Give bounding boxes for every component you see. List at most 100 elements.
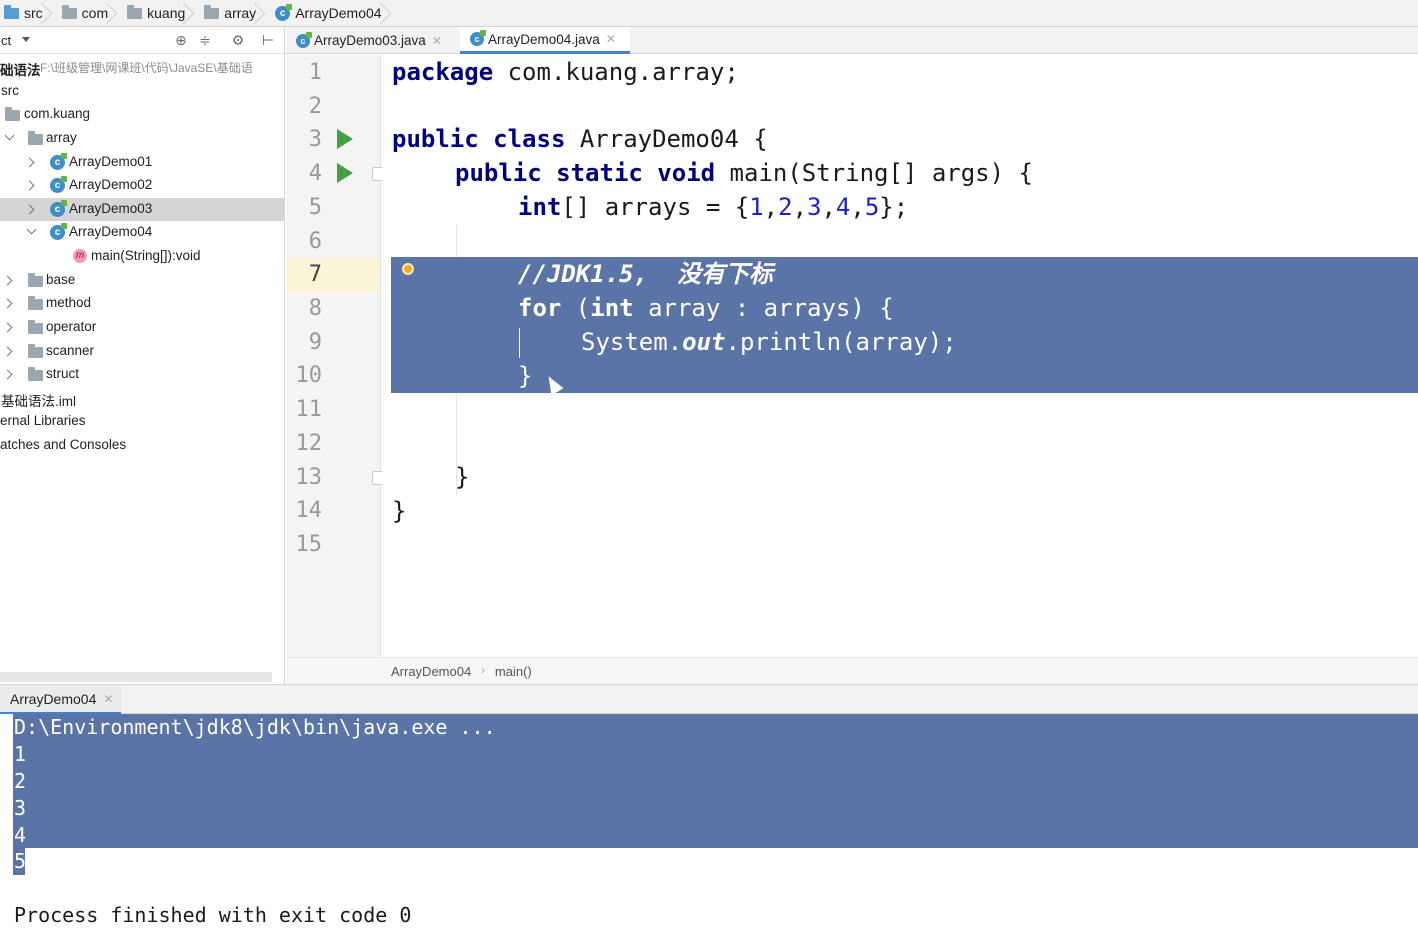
line-number: 15 [295, 532, 323, 557]
chevron-right-icon[interactable] [24, 180, 35, 191]
tree-item-project-root[interactable]: 础语法 F:\班级管理\网课班\代码\JavaSE\基础语 [0, 56, 284, 79]
tree-item-src[interactable]: src [0, 80, 284, 103]
tree-item-label: 础语法 [0, 63, 41, 78]
class-icon: c [50, 223, 67, 240]
code-line-8: for (int array : arrays) { [518, 291, 894, 325]
breadcrumb-label: com [81, 5, 109, 21]
line-number: 3 [308, 127, 322, 152]
run-tab[interactable]: ArrayDemo04 ✕ [0, 685, 122, 714]
folder-icon [4, 4, 19, 19]
editor-gutter[interactable]: 1 2 3 4 5 6 7 8 9 10 11 12 13 14 15 [286, 55, 388, 657]
tree-item-method[interactable]: method [0, 292, 284, 315]
code-text: array : arrays) { [633, 294, 894, 322]
breadcrumb-label: kuang [147, 5, 186, 21]
project-view-selector[interactable]: ct [1, 33, 11, 48]
breadcrumb-label: src [24, 5, 43, 21]
chevron-down-icon[interactable] [26, 224, 37, 235]
close-icon[interactable]: ✕ [103, 692, 113, 706]
code-line-7: //JDK1.5, 没有下标 [518, 260, 773, 288]
tree-item-external-libraries[interactable]: ernal Libraries [0, 410, 284, 433]
tree-item-operator[interactable]: operator [0, 316, 284, 339]
tree-item-arraydemo02[interactable]: c ArrayDemo02 [0, 174, 284, 197]
chevron-right-icon[interactable] [2, 346, 13, 357]
chevron-right-icon[interactable] [24, 157, 35, 168]
code-line-3: public class ArrayDemo04 { [392, 122, 768, 156]
tree-item-label: main(String[]):void [91, 248, 201, 263]
console-line: 4 [14, 823, 27, 847]
chevron-right-icon[interactable] [2, 298, 13, 309]
tree-item-label: method [46, 295, 92, 310]
tree-item-label: 基础语法.iml [1, 394, 76, 409]
code-text: }; [879, 193, 909, 221]
tree-item-scratches[interactable]: atches and Consoles [0, 434, 284, 457]
horizontal-scrollbar[interactable] [0, 672, 272, 682]
class-icon: c [275, 3, 293, 21]
line-number: 4 [308, 161, 322, 186]
line-number: 8 [308, 296, 322, 321]
indent-guide [519, 328, 520, 358]
close-icon[interactable]: ✕ [432, 34, 442, 48]
tree-item-iml-file[interactable]: 基础语法.iml [0, 387, 284, 410]
tree-item-scanner[interactable]: scanner [0, 340, 284, 363]
tree-item-label: scanner [46, 343, 95, 358]
project-toolbar: ct ⊕ ≑ ⚙ ⊢ [0, 27, 284, 54]
close-icon[interactable]: ✕ [606, 32, 616, 46]
tree-item-array[interactable]: array [0, 127, 284, 150]
tree-item-base[interactable]: base [0, 269, 284, 292]
breadcrumb-kuang[interactable]: kuang [115, 0, 192, 27]
breadcrumb-src[interactable]: src [0, 0, 50, 27]
class-icon: c [50, 200, 67, 217]
code-editor[interactable]: package com.kuang.array; public class Ar… [382, 55, 1418, 657]
code-text: main(String[] args) { [715, 159, 1033, 187]
chevron-right-icon[interactable] [2, 369, 13, 380]
code-line-10: } [518, 362, 533, 390]
tree-item-com-kuang[interactable]: com.kuang [0, 103, 284, 126]
folder-icon [28, 296, 43, 310]
editor-breadcrumb: ArrayDemo04 › main() [286, 657, 1418, 684]
chevron-down-icon[interactable] [4, 130, 15, 141]
tab-label: ArrayDemo04.java [488, 31, 600, 47]
breadcrumb-com[interactable]: com [50, 0, 115, 27]
breadcrumb-label: array [224, 5, 257, 21]
keyword: int [590, 294, 634, 322]
folder-icon [28, 320, 43, 334]
line-number: 11 [295, 397, 323, 422]
folder-icon [127, 4, 143, 19]
breadcrumb-method[interactable]: main() [495, 664, 532, 679]
class-icon: c [470, 30, 486, 46]
run-console[interactable]: D:\Environment\jdk8\jdk\bin\java.exe ...… [0, 714, 1418, 933]
chevron-down-icon[interactable] [22, 37, 30, 42]
lightbulb-icon[interactable] [402, 263, 414, 275]
run-class-icon[interactable] [337, 129, 353, 149]
run-tab-label: ArrayDemo04 [10, 690, 97, 707]
tree-item-main-method[interactable]: m main(String[]):void [0, 245, 284, 268]
collapse-all-icon[interactable]: ≑ [197, 32, 213, 48]
class-icon: c [50, 176, 67, 193]
tree-item-struct[interactable]: struct [0, 363, 284, 386]
chevron-right-icon[interactable] [24, 204, 35, 215]
tree-item-arraydemo01[interactable]: c ArrayDemo01 [0, 151, 284, 174]
breadcrumb-array[interactable]: array [192, 0, 263, 27]
editor-tab-bar: c ArrayDemo03.java ✕ c ArrayDemo04.java … [286, 27, 1418, 54]
tree-item-label: com.kuang [24, 106, 91, 121]
tree-item-arraydemo04[interactable]: c ArrayDemo04 [0, 221, 284, 244]
breadcrumb-class[interactable]: ArrayDemo04 [391, 664, 471, 679]
tab-label: ArrayDemo03.java [314, 33, 426, 48]
chevron-right-icon[interactable] [2, 275, 13, 286]
tree-item-label: src [1, 83, 19, 98]
keyword: package [392, 58, 494, 86]
hide-panel-icon[interactable]: ⊢ [260, 32, 276, 48]
static-field: out [682, 328, 726, 356]
chevron-right-icon[interactable] [2, 322, 13, 333]
locate-icon[interactable]: ⊕ [173, 32, 189, 48]
tree-item-arraydemo03[interactable]: c ArrayDemo03 [0, 198, 284, 221]
gear-icon[interactable]: ⚙ [230, 32, 246, 48]
tab-arraydemo03[interactable]: c ArrayDemo03.java ✕ [286, 27, 459, 54]
tree-item-label: atches and Consoles [0, 437, 127, 452]
number-literal: 1 [749, 193, 764, 221]
code-line-14: } [392, 497, 407, 525]
breadcrumb-arraydemo04[interactable]: c ArrayDemo04 [263, 0, 388, 27]
run-main-icon[interactable] [337, 163, 353, 183]
tab-arraydemo04[interactable]: c ArrayDemo04.java ✕ [460, 27, 630, 54]
line-number: 13 [295, 465, 323, 490]
